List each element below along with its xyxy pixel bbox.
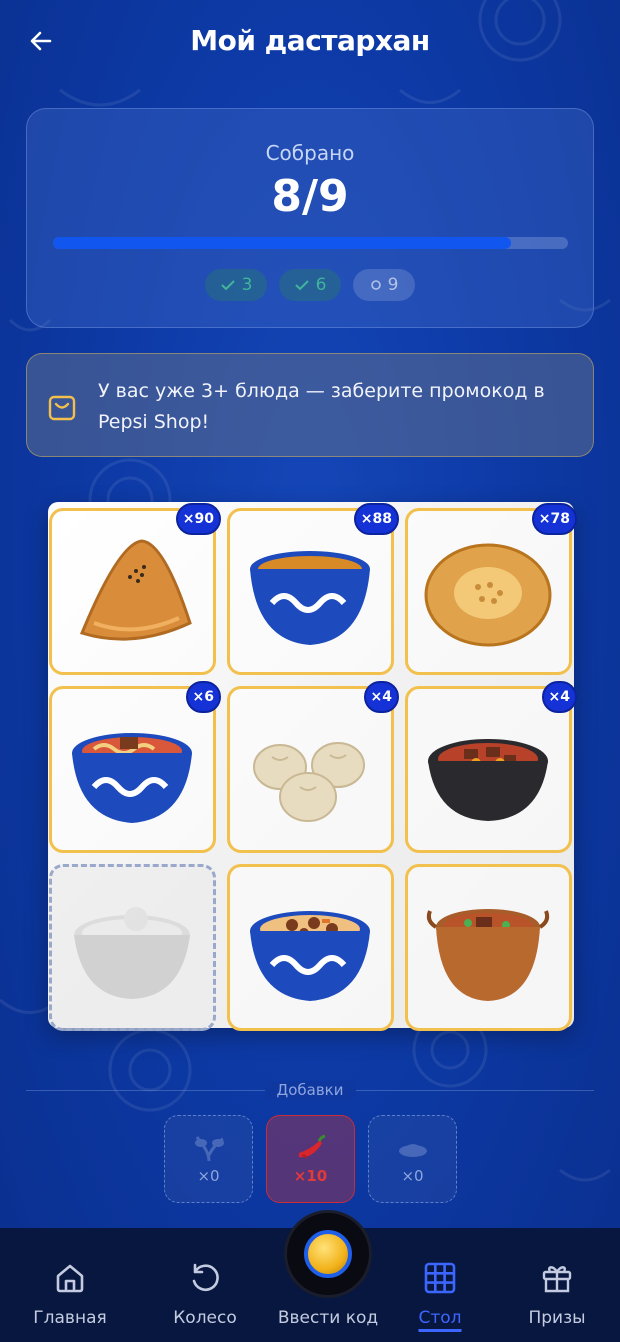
kazan-kebab-icon xyxy=(428,739,548,821)
enter-code-button[interactable] xyxy=(284,1210,372,1298)
addon-count: ×0 xyxy=(197,1167,220,1185)
dish-cell-non-bread[interactable]: ×78 xyxy=(405,503,577,675)
dish-cell-plov-bowl[interactable] xyxy=(227,864,394,1031)
nav-label-wheel: Колесо xyxy=(173,1308,237,1328)
dish-cell-manti[interactable]: ×4 xyxy=(227,681,399,853)
additions-label: Добавки xyxy=(264,1081,356,1099)
check-icon xyxy=(220,280,235,291)
nav-item-home[interactable]: Главная xyxy=(22,1228,118,1342)
dish-cell-shurpa[interactable] xyxy=(405,864,572,1031)
refresh-icon xyxy=(192,1263,219,1291)
dish-count-badge: ×78 xyxy=(531,503,577,535)
gift-icon xyxy=(542,1266,572,1293)
non-bread-icon xyxy=(424,543,552,647)
addon-spice[interactable]: ×0 xyxy=(368,1115,457,1203)
manti-icon xyxy=(253,742,365,822)
page-title: Мой дастархан xyxy=(190,24,430,57)
addon-herbs[interactable]: ×0 xyxy=(164,1115,253,1203)
circle-icon xyxy=(370,280,381,290)
nav-label-table: Стол xyxy=(418,1308,462,1328)
collected-label: Собрано xyxy=(265,141,355,165)
chili-pepper-icon xyxy=(298,1134,325,1159)
promo-text: У вас уже 3+ блюда — заберите промокод в… xyxy=(98,380,545,433)
header: Мой дастархан xyxy=(0,0,620,84)
milestone-label: 6 xyxy=(315,275,327,295)
nav-item-prizes[interactable]: Призы xyxy=(516,1228,598,1342)
promo-banner[interactable]: У вас уже 3+ блюда — заберите промокод в… xyxy=(26,353,594,457)
nav-item-wheel[interactable]: Колесо xyxy=(160,1228,250,1342)
dish-cell-tea-bowl[interactable]: ×88 xyxy=(227,503,399,675)
milestone-label: 3 xyxy=(241,275,253,295)
milestone-label: 9 xyxy=(387,275,399,295)
dastarkhan-table: ×90 ×88 ×78 ×6 ×4 ×4 xyxy=(48,502,577,1031)
dish-count-badge: ×88 xyxy=(353,503,399,535)
grid-icon xyxy=(424,1262,456,1294)
home-icon xyxy=(56,1264,84,1293)
nav-label-home: Главная xyxy=(33,1308,107,1328)
shopping-bag-icon xyxy=(48,395,76,421)
tea-bowl-icon xyxy=(250,551,370,645)
progress-bar-fill xyxy=(53,237,512,249)
plov-bowl-icon xyxy=(250,911,370,1001)
dish-count-badge: ×90 xyxy=(175,503,221,535)
addon-chili-pepper[interactable]: ×10 xyxy=(266,1115,355,1203)
nav-label-prizes: Призы xyxy=(528,1308,586,1328)
nav-label-enter-code: Ввести код xyxy=(277,1308,379,1328)
collected-value: 8/9 xyxy=(271,171,349,222)
progress-card: Собрано 8/9 3 6 9 xyxy=(26,108,594,328)
dish-cell-samsa[interactable]: ×90 xyxy=(49,503,221,675)
addon-count: ×0 xyxy=(401,1167,424,1185)
herbs-icon xyxy=(194,1136,224,1162)
nav-item-table[interactable]: Стол xyxy=(404,1228,476,1342)
lagman-icon xyxy=(72,733,192,823)
spice-icon xyxy=(398,1144,427,1157)
milestone-6: 6 xyxy=(279,269,341,301)
plov-pot-icon xyxy=(74,907,190,999)
dish-count-badge: ×4 xyxy=(541,681,577,713)
progress-bar xyxy=(53,237,568,249)
dish-cell-kazan-kebab[interactable]: ×4 xyxy=(405,681,577,853)
coin-icon xyxy=(304,1230,352,1278)
milestone-3: 3 xyxy=(205,269,267,301)
dish-cell-lagman[interactable]: ×6 xyxy=(49,681,221,853)
milestone-9: 9 xyxy=(353,269,415,301)
addon-count: ×10 xyxy=(293,1167,328,1185)
check-icon xyxy=(294,280,309,291)
additions-heading: Добавки xyxy=(0,1080,620,1099)
shurpa-icon xyxy=(426,909,550,1001)
dish-count-badge: ×6 xyxy=(185,681,221,713)
samsa-icon xyxy=(79,539,192,641)
dish-cell-plov-pot-locked[interactable] xyxy=(49,864,216,1031)
milestones: 3 6 9 xyxy=(27,269,593,301)
dish-count-badge: ×4 xyxy=(363,681,399,713)
